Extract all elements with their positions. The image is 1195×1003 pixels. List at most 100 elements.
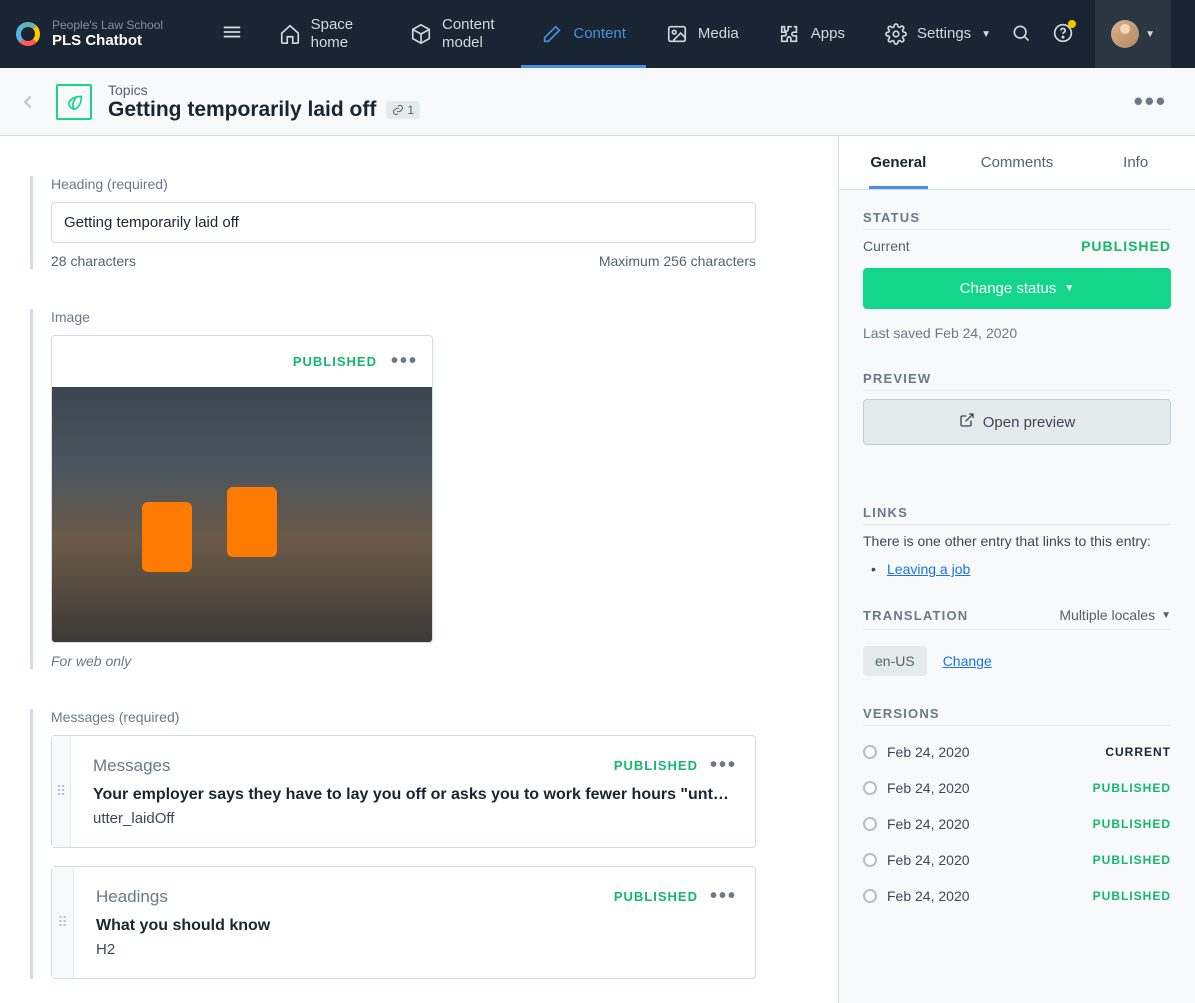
- nav-media[interactable]: Media: [646, 0, 759, 68]
- version-row[interactable]: Feb 24, 2020PUBLISHED: [863, 878, 1171, 914]
- status-badge: PUBLISHED: [614, 758, 698, 773]
- sidebar: General Comments Info STATUS Current PUB…: [838, 136, 1195, 1003]
- tab-comments[interactable]: Comments: [958, 136, 1077, 189]
- version-date: Feb 24, 2020: [887, 816, 970, 832]
- version-row[interactable]: Feb 24, 2020CURRENT: [863, 734, 1171, 770]
- search-icon[interactable]: [1011, 23, 1031, 46]
- button-label: Open preview: [983, 414, 1076, 431]
- nav-space-home[interactable]: Space home: [259, 0, 390, 68]
- nav-label: Settings: [917, 25, 971, 43]
- nav-settings[interactable]: Settings ▼: [865, 0, 1011, 68]
- radio-icon[interactable]: [863, 817, 877, 831]
- char-count: 28 characters: [51, 253, 136, 269]
- chevron-down-icon: ▼: [1145, 29, 1155, 40]
- references-badge[interactable]: 1: [386, 101, 420, 119]
- brand-org: People's Law School: [52, 18, 163, 32]
- box-icon: [410, 23, 432, 45]
- card-actions-menu[interactable]: •••: [710, 754, 737, 777]
- reference-card[interactable]: ⠿ PUBLISHED ••• Messages Your employer s…: [51, 735, 756, 848]
- field-helper: For web only: [51, 653, 808, 669]
- asset-actions-menu[interactable]: •••: [391, 350, 418, 373]
- version-row[interactable]: Feb 24, 2020 PUBLISHED: [863, 842, 1171, 878]
- references-count: 1: [407, 103, 414, 117]
- version-status: PUBLISHED: [1093, 817, 1171, 831]
- button-label: Change status: [960, 280, 1057, 297]
- section-heading: PREVIEW: [863, 371, 1171, 391]
- nav-label: Space home: [311, 16, 370, 52]
- reference-title: What you should know: [96, 917, 733, 935]
- nav-label: Content model: [442, 16, 501, 52]
- translation-section: TRANSLATION Multiple locales ▼ en-US Cha…: [839, 587, 1195, 686]
- incoming-link[interactable]: Leaving a job: [887, 561, 970, 577]
- translation-mode[interactable]: Multiple locales ▼: [1059, 607, 1171, 623]
- radio-icon[interactable]: [863, 889, 877, 903]
- drag-handle-icon[interactable]: ⠿: [52, 736, 71, 847]
- chevron-down-icon: ▼: [1161, 610, 1171, 621]
- notification-dot-icon: [1068, 20, 1076, 28]
- version-row[interactable]: Feb 24, 2020 PUBLISHED: [863, 806, 1171, 842]
- reference-title: Your employer says they have to lay you …: [93, 786, 733, 804]
- nav-apps[interactable]: Apps: [759, 0, 865, 68]
- breadcrumb[interactable]: Topics: [108, 82, 420, 98]
- section-heading: VERSIONS: [863, 706, 1171, 726]
- radio-icon[interactable]: [863, 853, 877, 867]
- home-icon: [279, 23, 301, 45]
- change-locales-link[interactable]: Change: [943, 653, 992, 669]
- reference-card[interactable]: ⠿ PUBLISHED ••• Headings What you should…: [51, 866, 756, 979]
- section-heading: STATUS: [863, 210, 1171, 230]
- external-link-icon: [959, 412, 975, 432]
- card-actions-menu[interactable]: •••: [710, 885, 737, 908]
- back-button[interactable]: [0, 68, 56, 136]
- drag-handle-icon[interactable]: ⠿: [52, 867, 74, 978]
- open-preview-button[interactable]: Open preview: [863, 399, 1171, 445]
- heading-input[interactable]: [51, 202, 756, 243]
- top-navbar: People's Law School PLS Chatbot Space ho…: [0, 0, 1195, 68]
- version-row[interactable]: Feb 24, 2020 PUBLISHED: [863, 770, 1171, 806]
- version-status: CURRENT: [1105, 745, 1171, 759]
- tab-general[interactable]: General: [839, 136, 958, 189]
- locale-badge: en-US: [863, 646, 927, 676]
- help-icon[interactable]: [1053, 23, 1073, 46]
- section-heading: LINKS: [863, 505, 1171, 525]
- preview-section: PREVIEW Open preview: [839, 351, 1195, 455]
- user-menu[interactable]: ▼: [1095, 0, 1171, 68]
- version-status: PUBLISHED: [1093, 853, 1171, 867]
- entry-type-icon: [56, 84, 92, 120]
- tab-info[interactable]: Info: [1076, 136, 1195, 189]
- field-label: Heading (required): [51, 176, 808, 192]
- content-editor: Heading (required) 28 characters Maximum…: [0, 136, 838, 1003]
- char-max: Maximum 256 characters: [599, 253, 756, 269]
- radio-icon[interactable]: [863, 781, 877, 795]
- reference-subtitle: H2: [96, 941, 733, 958]
- avatar-icon: [1111, 20, 1139, 48]
- brand-block[interactable]: People's Law School PLS Chatbot: [0, 18, 259, 50]
- hamburger-icon[interactable]: [221, 21, 243, 46]
- image-asset-card[interactable]: PUBLISHED •••: [51, 335, 433, 643]
- status-current-label: Current: [863, 238, 910, 254]
- image-icon: [666, 23, 688, 45]
- puzzle-icon: [779, 23, 801, 45]
- version-date: Feb 24, 2020: [887, 852, 970, 868]
- field-heading: Heading (required) 28 characters Maximum…: [30, 176, 808, 269]
- last-saved-text: Last saved Feb 24, 2020: [863, 325, 1171, 341]
- change-status-button[interactable]: Change status ▼: [863, 268, 1171, 309]
- nav-content[interactable]: Content: [521, 0, 646, 68]
- field-label: Messages (required): [51, 709, 808, 725]
- nav-content-model[interactable]: Content model: [390, 0, 521, 68]
- version-date: Feb 24, 2020: [887, 780, 970, 796]
- image-preview: [52, 387, 433, 642]
- field-image: Image PUBLISHED ••• For web only: [30, 309, 808, 669]
- section-heading: TRANSLATION: [863, 608, 968, 623]
- entry-actions-menu[interactable]: •••: [1134, 86, 1167, 117]
- status-badge: PUBLISHED: [614, 889, 698, 904]
- logo-icon: [16, 22, 40, 46]
- brand-name: PLS Chatbot: [52, 32, 163, 50]
- nav-label: Media: [698, 25, 739, 43]
- edit-icon: [541, 23, 563, 45]
- nav-label: Apps: [811, 25, 845, 43]
- versions-section: VERSIONS Feb 24, 2020CURRENTFeb 24, 2020…: [839, 686, 1195, 924]
- version-status: PUBLISHED: [1093, 781, 1171, 795]
- status-badge: PUBLISHED: [293, 354, 377, 369]
- radio-icon[interactable]: [863, 745, 877, 759]
- page-title: Getting temporarily laid off: [108, 98, 376, 122]
